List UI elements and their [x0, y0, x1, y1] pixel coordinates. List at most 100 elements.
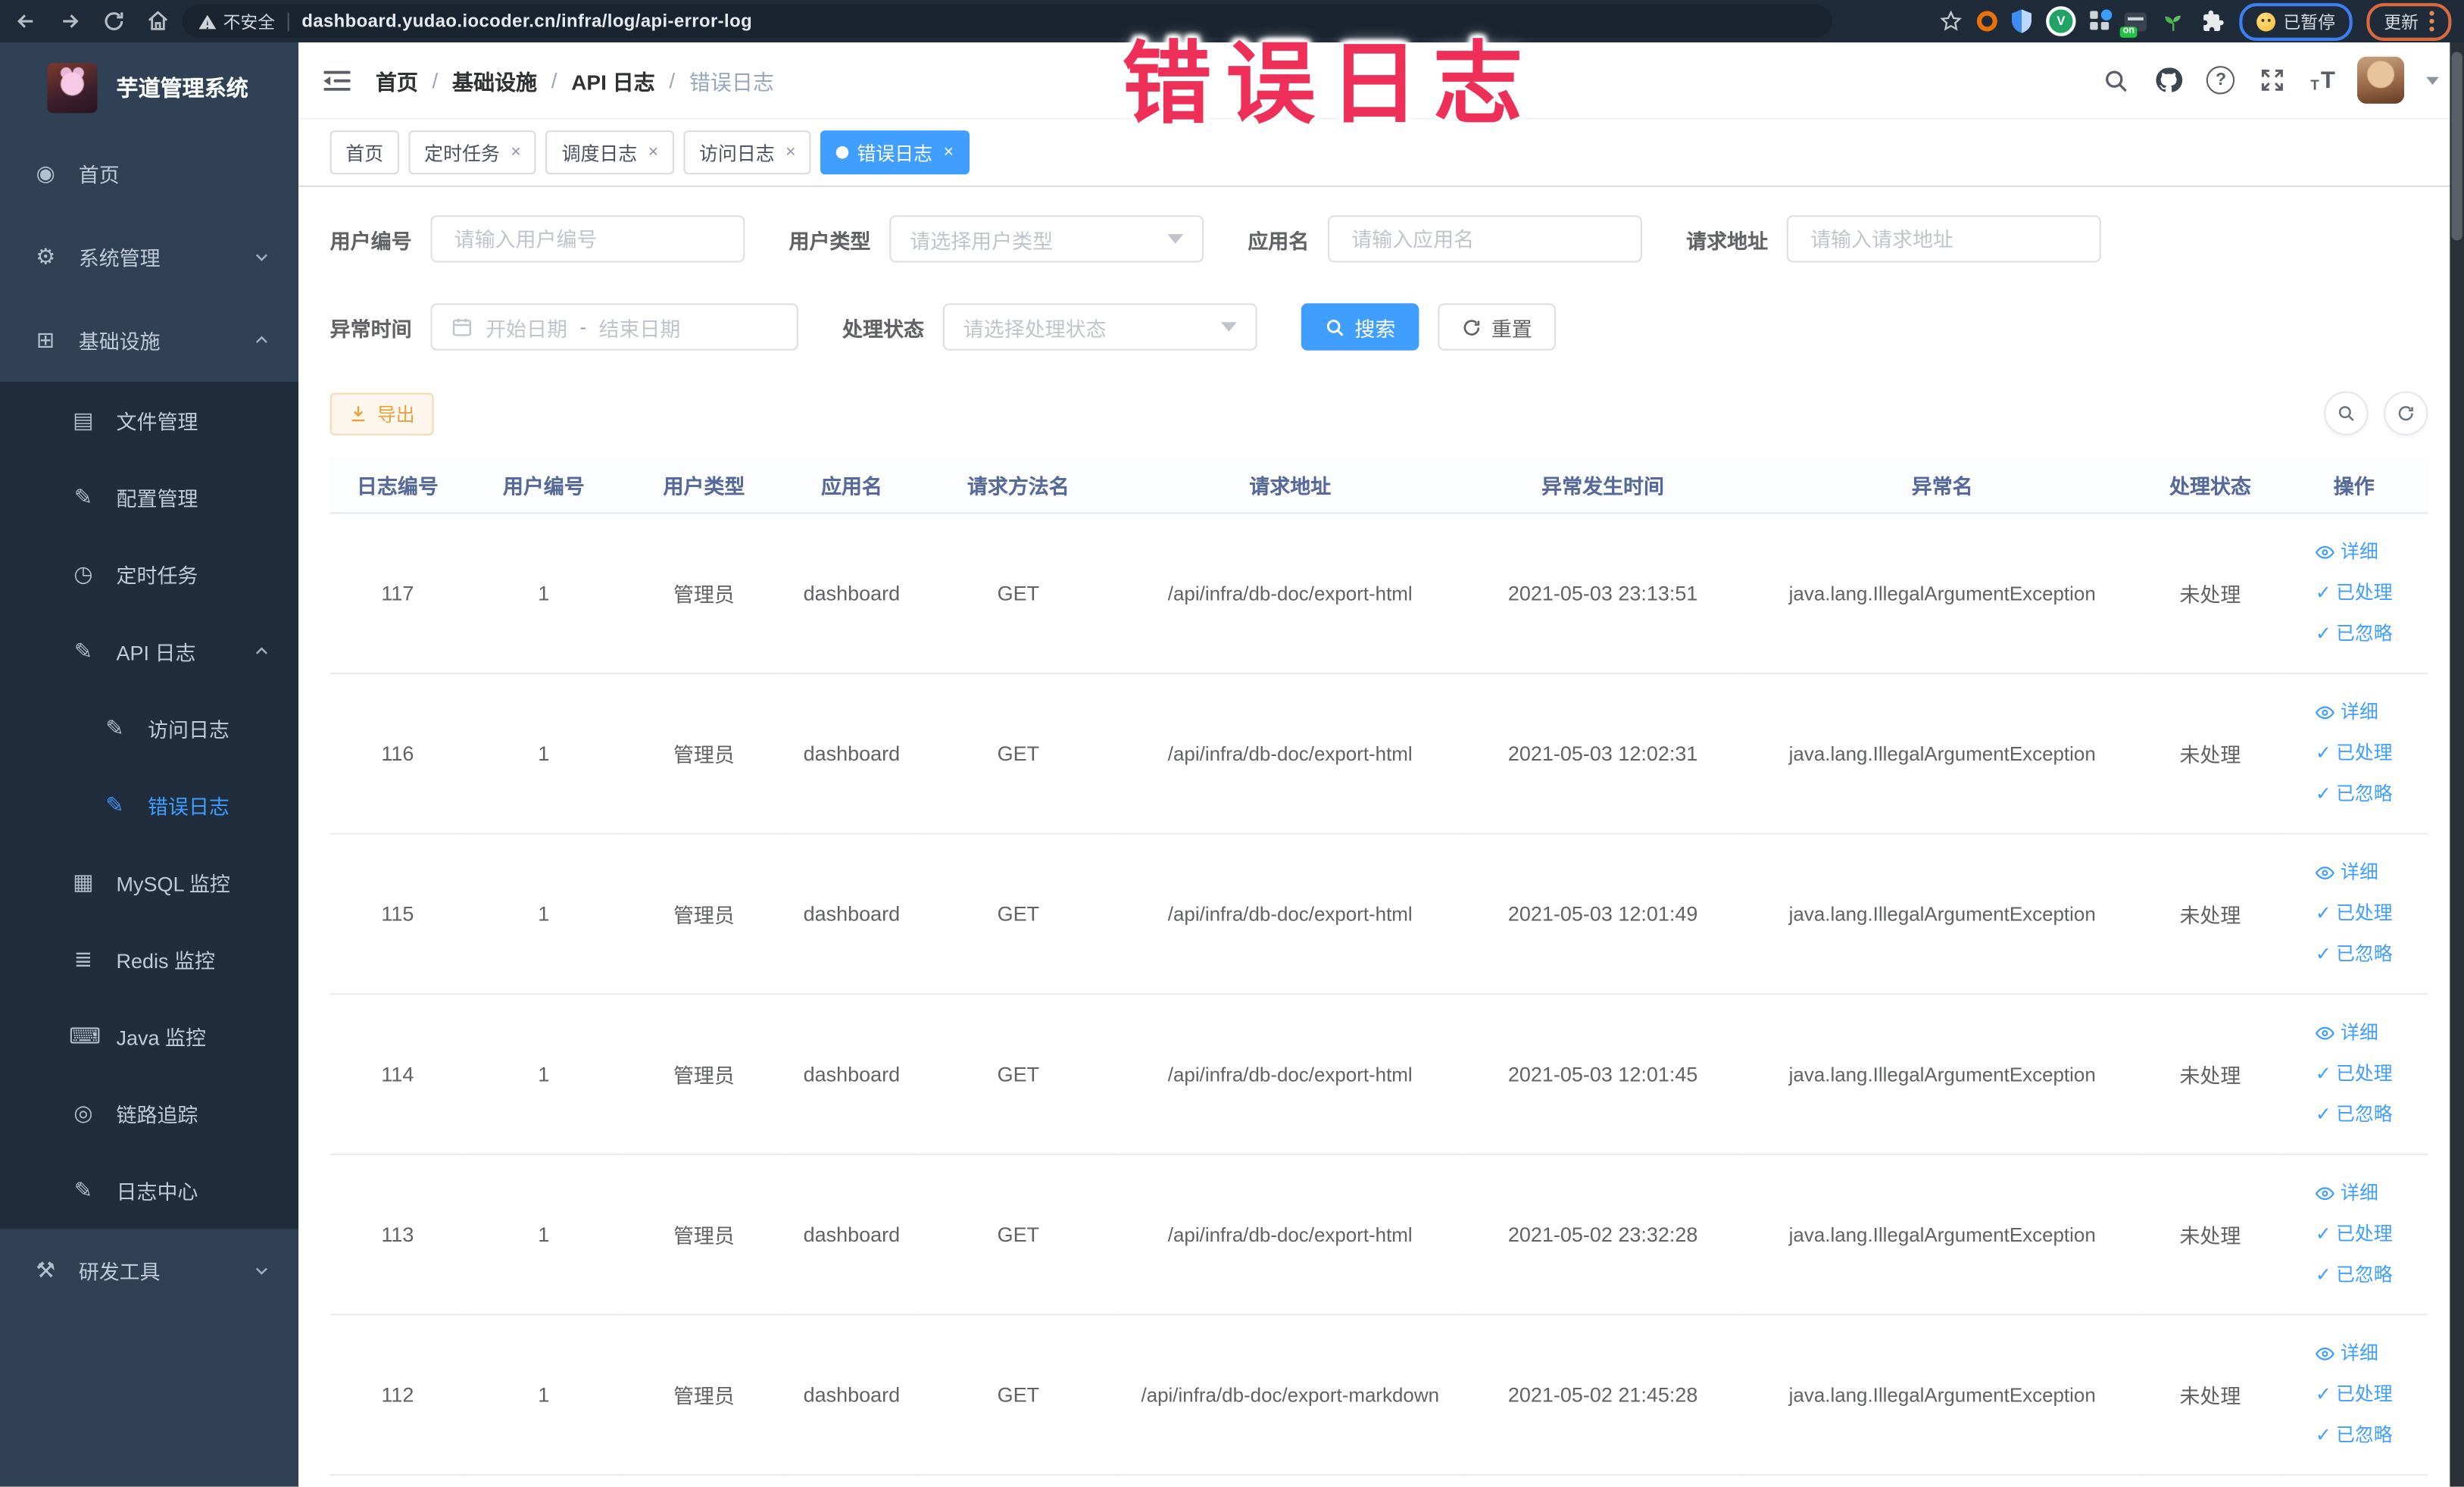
ignored-link[interactable]: ✓ 已忽略	[2316, 614, 2393, 654]
close-icon[interactable]: ×	[511, 143, 520, 161]
ignored-link[interactable]: ✓ 已忽略	[2316, 1095, 2393, 1135]
sidebar-item[interactable]: ≣ Redis 监控	[0, 920, 299, 998]
processed-link[interactable]: ✓ 已处理	[2316, 1054, 2393, 1094]
user-id-input[interactable]	[430, 215, 745, 263]
action-label: 已处理	[2335, 1062, 2393, 1085]
fullscreen-icon[interactable]	[2257, 64, 2288, 95]
processed-link[interactable]: ✓ 已处理	[2316, 734, 2393, 773]
security-chip[interactable]: 不安全	[198, 8, 275, 33]
tag-item[interactable]: 访问日志 ×	[683, 130, 812, 175]
sidebar-item[interactable]: ⌨ Java 监控	[0, 998, 299, 1076]
refresh-table-button[interactable]	[2384, 391, 2428, 436]
user-avatar[interactable]	[2356, 56, 2405, 104]
url-text[interactable]: dashboard.yudao.iocoder.cn/infra/log/api…	[301, 12, 752, 31]
ignored-link[interactable]: ✓ 已忽略	[2316, 935, 2393, 974]
sidebar-item[interactable]: ⊞ 基础设施	[0, 298, 298, 382]
sidebar-item[interactable]: ◉ 首页	[0, 132, 298, 215]
request-url-field[interactable]	[1807, 225, 2081, 252]
detail-link[interactable]: 详细	[2316, 1014, 2378, 1053]
reset-button[interactable]: 重置	[1438, 303, 1557, 351]
tag-active[interactable]: 错误日志 ×	[820, 130, 970, 175]
breadcrumb-infra[interactable]: 基础设施	[452, 64, 537, 95]
extension-orange-icon[interactable]	[1976, 11, 1997, 32]
sidebar-item[interactable]: ✎ 日志中心	[0, 1151, 299, 1229]
sidebar-item[interactable]: ⚒ 研发工具	[0, 1229, 298, 1312]
method-cell: GET	[917, 833, 1120, 995]
sidebar-logo[interactable]: 芋道管理系统	[0, 42, 298, 132]
scrollbar-thumb[interactable]	[2451, 52, 2462, 241]
paused-extension-pill[interactable]: 已暂停	[2239, 2, 2353, 40]
close-icon[interactable]: ×	[785, 143, 795, 161]
tag-item[interactable]: 首页	[329, 130, 399, 175]
close-icon[interactable]: ×	[648, 143, 658, 161]
processed-link[interactable]: ✓ 已处理	[2316, 894, 2393, 933]
extensions-puzzle-icon[interactable]	[2200, 8, 2225, 33]
sidebar-item[interactable]: ⚙ 系统管理	[0, 215, 298, 298]
user-type-cell: 管理员	[622, 994, 786, 1155]
help-icon[interactable]: ?	[2206, 66, 2235, 95]
export-button[interactable]: 导出	[329, 392, 434, 435]
extension-shield-icon[interactable]	[2012, 9, 2032, 33]
trace-icon: ◎	[73, 1100, 93, 1126]
browser-back-icon[interactable]	[13, 8, 38, 33]
exception-time-range-picker[interactable]: 开始日期 - 结束日期	[430, 303, 798, 351]
extension-v-icon[interactable]: V	[2046, 6, 2076, 36]
hamburger-icon[interactable]	[323, 68, 351, 92]
detail-link[interactable]: 详细	[2316, 1174, 2378, 1214]
breadcrumb-separator: /	[432, 68, 439, 92]
user-type-select[interactable]: 请选择用户类型	[889, 215, 1204, 263]
user-id-field[interactable]	[451, 225, 725, 252]
detail-link[interactable]: 详细	[2316, 533, 2378, 572]
tag-item[interactable]: 调度日志 ×	[545, 130, 674, 175]
scrollbar[interactable]	[2450, 42, 2464, 1487]
app-name-input[interactable]	[1328, 215, 1643, 263]
github-icon[interactable]	[2153, 64, 2184, 95]
sidebar-item[interactable]: ✎ 配置管理	[0, 458, 299, 536]
breadcrumb-home[interactable]: 首页	[376, 64, 418, 95]
ignored-link[interactable]: ✓ 已忽略	[2316, 1256, 2393, 1295]
font-size-icon[interactable]: TT	[2310, 68, 2335, 92]
browser-menu-icon[interactable]	[2429, 11, 2434, 32]
sidebar-item[interactable]: ▦ MySQL 监控	[0, 844, 299, 921]
processed-link[interactable]: ✓ 已处理	[2316, 1215, 2393, 1254]
processed-link[interactable]: ✓ 已处理	[2316, 573, 2393, 613]
exception-time-label: 异常时间	[329, 317, 412, 341]
sidebar-item[interactable]: ◎ 链路追踪	[0, 1075, 299, 1152]
address-bar[interactable]: 不安全 dashboard.yudao.iocoder.cn/infra/log…	[182, 5, 1833, 38]
sidebar-item[interactable]: ✎ 访问日志	[0, 689, 299, 767]
extension-plant-icon[interactable]	[2161, 8, 2186, 33]
sidebar-item[interactable]: ✎ 错误日志	[0, 767, 299, 845]
search-button[interactable]: 搜索	[1301, 303, 1419, 351]
extension-on-icon[interactable]	[2119, 11, 2147, 37]
check-icon: ✓	[2315, 901, 2331, 924]
column-header: 请求地址	[1119, 457, 1462, 514]
sidebar-item[interactable]: ◷ 定时任务	[0, 536, 299, 614]
process-status-label: 处理状态	[842, 317, 924, 341]
processed-link[interactable]: ✓ 已处理	[2316, 1375, 2393, 1414]
sidebar-item[interactable]: ▤ 文件管理	[0, 382, 299, 459]
detail-link[interactable]: 详细	[2316, 1334, 2378, 1373]
browser-reload-icon[interactable]	[101, 8, 126, 33]
bookmark-star-icon[interactable]	[1938, 8, 1963, 33]
header-search-icon[interactable]	[2100, 64, 2131, 95]
app-name-field[interactable]	[1348, 225, 1622, 252]
tag-item[interactable]: 定时任务 ×	[408, 130, 537, 175]
request-url-input[interactable]	[1786, 215, 2101, 263]
user-menu-caret-icon[interactable]	[2426, 76, 2439, 84]
browser-forward-icon[interactable]	[57, 8, 82, 33]
detail-link[interactable]: 详细	[2316, 854, 2378, 893]
close-icon[interactable]: ×	[944, 143, 954, 161]
toggle-search-button[interactable]	[2324, 391, 2369, 436]
browser-home-icon[interactable]	[145, 8, 170, 33]
extension-grid-icon[interactable]	[2090, 9, 2113, 32]
breadcrumb-api-log[interactable]: API 日志	[571, 64, 655, 95]
app-window: 芋道管理系统 ◉ 首页 ⚙ 系统管理 ⊞ 基础设施 ▤ 文件管理 ✎ 配置管理 ◷ 定时任务 ✎ API …	[0, 42, 2464, 1487]
sidebar-item[interactable]: ✎ API 日志	[0, 613, 299, 690]
detail-link[interactable]: 详细	[2316, 693, 2378, 733]
process-status-select[interactable]: 请选择处理状态	[942, 303, 1257, 351]
edit-icon: ✎	[73, 483, 93, 510]
ignored-link[interactable]: ✓ 已忽略	[2316, 1416, 2393, 1455]
ignored-link[interactable]: ✓ 已忽略	[2316, 775, 2393, 814]
browser-update-pill[interactable]: 更新	[2366, 2, 2452, 40]
eye-icon	[2316, 1023, 2336, 1044]
